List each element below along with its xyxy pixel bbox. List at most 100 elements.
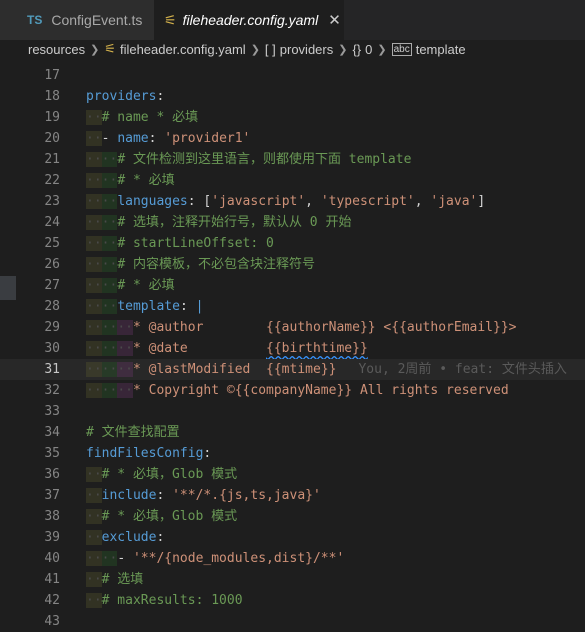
tab-label: fileheader.config.yaml	[182, 12, 319, 28]
breadcrumb-folder[interactable]: resources	[28, 42, 85, 57]
code-line[interactable]: 20 ··- name: 'provider1'	[0, 128, 585, 149]
yaml-colon: :	[148, 131, 165, 146]
tab-config-event[interactable]: TS ConfigEvent.ts	[0, 0, 154, 40]
code-line[interactable]: 36 ··# * 必填，Glob 模式	[0, 464, 585, 485]
tab-fileheader-config[interactable]: ⚟ fileheader.config.yaml ✕	[154, 0, 344, 40]
template-text: * Copyright ©{{companyName}} All rights …	[132, 383, 509, 398]
line-number: 20	[44, 131, 60, 146]
line-number: 39	[44, 530, 60, 545]
code-line[interactable]: 26 ····# 内容模板，不必包含块注释符号	[0, 254, 585, 275]
line-number: 33	[44, 404, 60, 419]
breadcrumb-index[interactable]: 0	[365, 42, 372, 57]
indent-guide: ··	[117, 383, 133, 398]
indent-guide: ··	[101, 236, 118, 251]
line-number: 35	[44, 446, 60, 461]
yaml-colon: :	[156, 530, 165, 545]
object-icon: {}	[352, 41, 362, 57]
string-icon: abc	[391, 42, 412, 56]
comment-text: # 文件查找配置	[86, 425, 180, 440]
line-content: ····# * 必填	[86, 275, 175, 296]
git-blame-annotation: You, 2周前 • feat: 文件头插入	[358, 362, 567, 377]
code-line[interactable]: 32 ······* Copyright ©{{companyName}} All…	[0, 380, 585, 401]
indent-guide: ··	[86, 509, 102, 524]
line-number: 29	[44, 320, 60, 335]
line-content: ····# 内容模板，不必包含块注释符号	[86, 254, 315, 275]
yaml-key: findFilesConfig	[86, 446, 204, 461]
breadcrumb-file[interactable]: fileheader.config.yaml	[120, 42, 246, 57]
code-line[interactable]: 18 providers:	[0, 86, 585, 107]
indent-guide: ··	[117, 362, 133, 377]
yaml-key: include	[101, 488, 157, 503]
indent-guide: ··	[86, 341, 102, 356]
close-icon[interactable]: ✕	[328, 11, 341, 29]
yaml-colon: :	[187, 194, 204, 209]
template-text: * @author {{authorName}} <{{authorEmail}…	[132, 320, 517, 335]
line-number: 17	[44, 68, 60, 83]
code-line[interactable]: 38 ··# * 必填，Glob 模式	[0, 506, 585, 527]
code-line[interactable]: 17	[0, 65, 585, 86]
chevron-right-icon: ❯	[90, 43, 100, 56]
code-line[interactable]: 43	[0, 611, 585, 632]
line-number: 18	[44, 89, 60, 104]
line-number: 41	[44, 572, 60, 587]
item-separator: ,	[305, 194, 321, 209]
code-line[interactable]: 30 ······* @date {{birthtime}}	[0, 338, 585, 359]
indent-guide: ··	[86, 152, 102, 167]
code-line[interactable]: 41 ··# 选填	[0, 569, 585, 590]
line-number: 24	[44, 215, 60, 230]
line-number: 30	[44, 341, 60, 356]
code-line[interactable]: 33	[0, 401, 585, 422]
comment-text: # startLineOffset: 0	[117, 236, 274, 251]
code-line[interactable]: 40 ····- '**/{node_modules,dist}/**'	[0, 548, 585, 569]
yaml-key: languages	[117, 194, 188, 209]
line-number: 21	[44, 152, 60, 167]
indent-guide: ··	[86, 530, 102, 545]
line-content: ······* @date {{birthtime}}	[86, 338, 368, 359]
code-line[interactable]: 23 ····languages: ['javascript', 'typescr…	[0, 191, 585, 212]
code-line[interactable]: 29 ······* @author {{authorName}} <{{auth…	[0, 317, 585, 338]
indent-guide: ··	[86, 110, 102, 125]
line-content: ··# 选填	[86, 569, 143, 590]
line-number: 38	[44, 509, 60, 524]
indent-guide: ··	[101, 320, 118, 335]
line-number: 34	[44, 425, 60, 440]
line-content: ··# * 必填，Glob 模式	[86, 464, 237, 485]
indent-guide: ··	[86, 551, 102, 566]
code-line[interactable]: 25 ····# startLineOffset: 0	[0, 233, 585, 254]
code-line[interactable]: 28 ····template: |	[0, 296, 585, 317]
line-content: ····languages: ['javascript', 'typescrip…	[86, 191, 485, 212]
indent-guide: ··	[101, 551, 118, 566]
code-line[interactable]: 39 ··exclude:	[0, 527, 585, 548]
code-line[interactable]: 27 ····# * 必填	[0, 275, 585, 296]
breadcrumb-providers[interactable]: providers	[280, 42, 333, 57]
line-content: ··- name: 'provider1'	[86, 128, 250, 149]
breadcrumb: resources ❯ ⚟ fileheader.config.yaml ❯ […	[0, 40, 585, 58]
comment-text: # 选填	[101, 572, 144, 587]
yaml-file-icon: ⚟	[104, 41, 116, 56]
comment-text: # * 必填，Glob 模式	[101, 467, 238, 482]
line-number: 23	[44, 194, 60, 209]
code-editor[interactable]: 17 18 providers: 19 ··# name * 必填 20 ··- name:…	[0, 65, 585, 632]
line-content: ··# maxResults: 1000	[86, 590, 243, 611]
code-line[interactable]: 31 ······* @lastModified {{mtime}} You, 2周…	[0, 359, 585, 380]
code-line[interactable]: 35 findFilesConfig:	[0, 443, 585, 464]
indent-guide: ··	[86, 488, 102, 503]
chevron-right-icon: ❯	[338, 43, 348, 56]
string-value: 'javascript'	[211, 194, 306, 209]
list-dash: -	[101, 131, 118, 146]
indent-guide: ··	[86, 173, 102, 188]
breadcrumb-template[interactable]: template	[416, 42, 466, 57]
code-line[interactable]: 42 ··# maxResults: 1000	[0, 590, 585, 611]
line-content: ··# * 必填，Glob 模式	[86, 506, 237, 527]
code-line[interactable]: 19 ··# name * 必填	[0, 107, 585, 128]
line-number: 32	[44, 383, 60, 398]
code-line[interactable]: 37 ··include: '**/*.{js,ts,java}'	[0, 485, 585, 506]
comment-text: # * 必填	[117, 173, 175, 188]
list-dash: -	[117, 551, 133, 566]
code-line[interactable]: 24 ····# 选填，注释开始行号，默认从 0 开始	[0, 212, 585, 233]
code-line[interactable]: 21 ····# 文件检测到这里语言，则都使用下面 template	[0, 149, 585, 170]
code-line[interactable]: 34 # 文件查找配置	[0, 422, 585, 443]
code-line[interactable]: 22 ····# * 必填	[0, 170, 585, 191]
indent-guide: ··	[86, 236, 102, 251]
indent-guide: ··	[101, 299, 118, 314]
